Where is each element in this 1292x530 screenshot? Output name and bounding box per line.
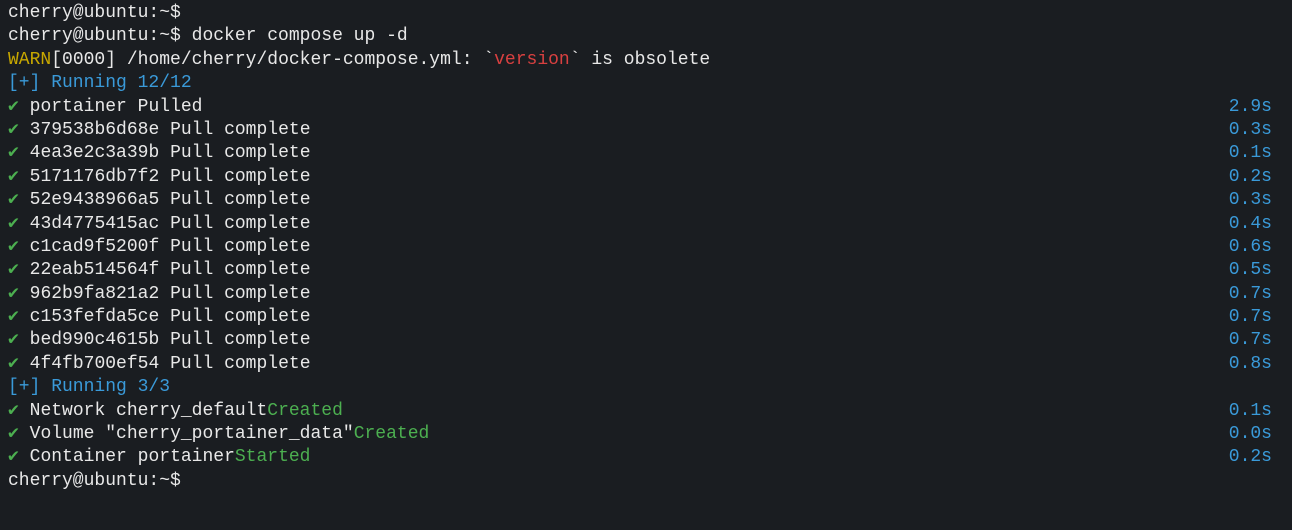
layer-time: 0.5s — [1229, 259, 1284, 282]
shell-prompt: cherry@ubuntu:~$ — [8, 25, 192, 48]
prompt-line-final: cherry@ubuntu:~$ — [8, 470, 1284, 493]
layer-hash: 4ea3e2c3a39b — [30, 143, 160, 163]
layer-row: ✔ 5171176db7f2 Pull complete 0.2s — [8, 166, 1284, 189]
warn-line: WARN[0000] /home/cherry/docker-compose.y… — [8, 49, 1284, 72]
shell-prompt: cherry@ubuntu:~$ — [8, 2, 192, 25]
warn-keyword: version — [494, 49, 570, 72]
layer-hash: 379538b6d68e — [30, 120, 160, 140]
check-icon: ✔ — [8, 424, 30, 444]
check-icon: ✔ — [8, 307, 30, 327]
layer-status: Pull complete — [159, 284, 310, 304]
layer-status: Pull complete — [159, 120, 310, 140]
layer-time: 0.7s — [1229, 283, 1284, 306]
layer-status: Pull complete — [159, 307, 310, 327]
resource-row: ✔ Container portainer Started 0.2s — [8, 446, 1284, 469]
layer-hash: bed990c4615b — [30, 330, 160, 350]
resource-time: 0.2s — [1229, 446, 1284, 469]
layer-hash: 5171176db7f2 — [30, 167, 160, 187]
layer-row: ✔ c1cad9f5200f Pull complete 0.6s — [8, 236, 1284, 259]
layer-hash: 43d4775415ac — [30, 214, 160, 234]
layer-hash: 4f4fb700ef54 — [30, 354, 160, 374]
layer-status: Pull complete — [159, 143, 310, 163]
layer-hash: 962b9fa821a2 — [30, 284, 160, 304]
check-icon: ✔ — [8, 401, 30, 421]
resource-time: 0.0s — [1229, 423, 1284, 446]
layer-row: ✔ 4ea3e2c3a39b Pull complete 0.1s — [8, 142, 1284, 165]
resource-name: Container portainer — [30, 447, 235, 467]
running-header-1: [+] Running 12/12 — [8, 72, 1284, 95]
layer-time: 0.7s — [1229, 329, 1284, 352]
layer-status: Pull complete — [159, 330, 310, 350]
layer-row: ✔ 379538b6d68e Pull complete 0.3s — [8, 119, 1284, 142]
layer-status: Pull complete — [159, 237, 310, 257]
check-icon: ✔ — [8, 214, 30, 234]
layer-row: ✔ 4f4fb700ef54 Pull complete 0.8s — [8, 353, 1284, 376]
layer-row: ✔ c153fefda5ce Pull complete 0.7s — [8, 306, 1284, 329]
layer-row: ✔ 43d4775415ac Pull complete 0.4s — [8, 213, 1284, 236]
running-text: Running 3/3 — [40, 376, 170, 399]
layer-hash: 52e9438966a5 — [30, 190, 160, 210]
prompt-line-empty: cherry@ubuntu:~$ — [8, 2, 1284, 25]
running-header-2: [+] Running 3/3 — [8, 376, 1284, 399]
layer-hash: c1cad9f5200f — [30, 237, 160, 257]
check-icon: ✔ — [8, 143, 30, 163]
pulled-row: ✔ portainer Pulled 2.9s — [8, 96, 1284, 119]
prompt-line-command: cherry@ubuntu:~$ docker compose up -d — [8, 25, 1284, 48]
pulled-name: portainer Pulled — [30, 97, 203, 117]
pulled-time: 2.9s — [1229, 96, 1284, 119]
layer-time: 0.3s — [1229, 119, 1284, 142]
layer-row: ✔ 962b9fa821a2 Pull complete 0.7s — [8, 283, 1284, 306]
running-prefix: [+] — [8, 72, 40, 95]
check-icon: ✔ — [8, 354, 30, 374]
check-icon: ✔ — [8, 120, 30, 140]
check-icon: ✔ — [8, 167, 30, 187]
command-text: docker compose up -d — [192, 25, 408, 48]
resource-time: 0.1s — [1229, 400, 1284, 423]
resource-name: Network cherry_default — [30, 401, 268, 421]
warn-bracket: [0000] — [51, 49, 127, 72]
warn-backtick: ` — [570, 49, 581, 72]
warn-rest: is obsolete — [581, 49, 711, 72]
check-icon: ✔ — [8, 97, 30, 117]
layer-status: Pull complete — [159, 260, 310, 280]
layer-status: Pull complete — [159, 167, 310, 187]
layer-row: ✔ 22eab514564f Pull complete 0.5s — [8, 259, 1284, 282]
resource-row: ✔ Network cherry_default Created 0.1s — [8, 400, 1284, 423]
layer-time: 0.1s — [1229, 142, 1284, 165]
check-icon: ✔ — [8, 284, 30, 304]
layer-row: ✔ bed990c4615b Pull complete 0.7s — [8, 329, 1284, 352]
layer-hash: 22eab514564f — [30, 260, 160, 280]
check-icon: ✔ — [8, 237, 30, 257]
layer-status: Pull complete — [159, 214, 310, 234]
layer-time: 0.6s — [1229, 236, 1284, 259]
layer-status: Pull complete — [159, 354, 310, 374]
resource-name: Volume "cherry_portainer_data" — [30, 424, 354, 444]
resource-status: Created — [267, 400, 343, 423]
warn-path: /home/cherry/docker-compose.yml: — [127, 49, 483, 72]
resource-status: Started — [235, 446, 311, 469]
warn-backtick: ` — [483, 49, 494, 72]
check-icon: ✔ — [8, 447, 30, 467]
layer-time: 0.8s — [1229, 353, 1284, 376]
shell-prompt: cherry@ubuntu:~$ — [8, 470, 192, 493]
check-icon: ✔ — [8, 190, 30, 210]
layer-time: 0.4s — [1229, 213, 1284, 236]
layer-hash: c153fefda5ce — [30, 307, 160, 327]
resource-status: Created — [354, 423, 430, 446]
layer-time: 0.2s — [1229, 166, 1284, 189]
layer-status: Pull complete — [159, 190, 310, 210]
check-icon: ✔ — [8, 260, 30, 280]
running-text: Running 12/12 — [40, 72, 191, 95]
resource-row: ✔ Volume "cherry_portainer_data" Created… — [8, 423, 1284, 446]
running-prefix: [+] — [8, 376, 40, 399]
layer-row: ✔ 52e9438966a5 Pull complete 0.3s — [8, 189, 1284, 212]
warn-label: WARN — [8, 49, 51, 72]
layer-time: 0.7s — [1229, 306, 1284, 329]
layer-time: 0.3s — [1229, 189, 1284, 212]
check-icon: ✔ — [8, 330, 30, 350]
